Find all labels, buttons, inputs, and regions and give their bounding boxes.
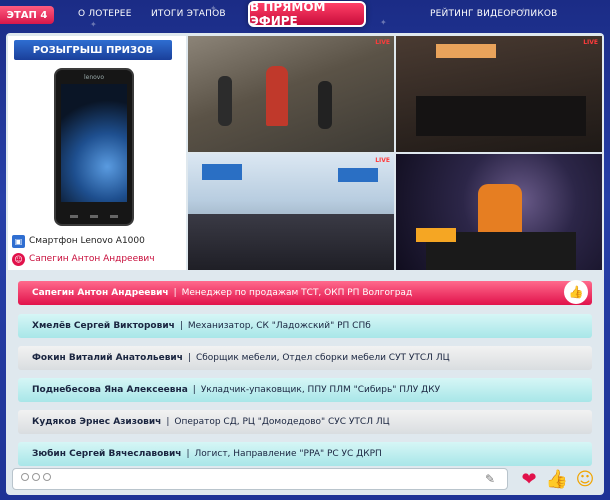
entry-name: Хмелёв Сергей Викторович [32,321,175,331]
crowd-shape [416,96,586,136]
entry-detail: Менеджер по продажам ТСТ, ОКП РП Волгогр… [181,288,413,298]
prize-item-row: ▣ Смартфон Lenovo A1000 [12,232,145,250]
entry-name: Поднебесова Яна Алексеевна [32,385,188,395]
separator: | [192,385,196,395]
thumbs-up-icon[interactable]: 👍 [564,280,588,304]
separator: | [173,288,177,298]
deck-logo [416,228,456,242]
person-figure [218,76,232,126]
entry-name: Фокин Виталий Анатольевич [32,353,183,363]
banner-shape [202,164,242,180]
nav-about[interactable]: О ЛОТЕРЕЕ [78,9,132,19]
top-navigation: ЭТАП 4 О ЛОТЕРЕЕ ИТОГИ ЭТАПОВ В ПРЯМОМ Э… [0,0,610,30]
live-indicator: LIVE [583,39,598,46]
video-feed-3[interactable]: LIVE [188,154,394,270]
separator: | [179,321,183,331]
smile-icon[interactable]: ☺ [573,467,597,491]
prize-item: Смартфон Lenovo A1000 [29,236,145,246]
person-figure [318,81,332,129]
banner-shape [436,44,496,58]
video-feed-1[interactable]: LIVE [188,36,394,152]
prize-panel: РОЗЫГРЫШ ПРИЗОВ lenovo ▣ Смартфон Lenovo… [8,36,186,270]
prize-winner-row: ☺ Сапегин Антон Андреевич [12,250,155,268]
heart-icon[interactable]: ❤ [517,467,541,491]
phone-button [90,215,98,218]
separator: | [187,353,191,363]
stage-tab[interactable]: ЭТАП 4 [0,6,54,24]
live-tab[interactable]: В ПРЯМОМ ЭФИРЕ [248,0,366,28]
smile-icon: ☺ [12,252,25,266]
phone-button [70,215,78,218]
phone-screen [61,84,127,202]
prize-winner: Сапегин Антон Андреевич [29,254,155,264]
crowd-shape [188,214,394,270]
phone-button [110,215,118,218]
entry-detail: Логист, Направление "PPA" РС УС ДКРП [194,449,382,459]
comment-input[interactable]: ✎ [12,468,508,490]
separator: | [186,449,190,459]
separator: | [166,417,170,427]
entry-detail: Укладчик-упаковщик, ППУ ПЛМ "Сибирь" ПЛУ… [200,385,441,395]
table-row[interactable]: Хмелёв Сергей Викторович | Механизатор, СК… [18,314,592,338]
video-feed-4[interactable] [396,154,602,270]
table-row[interactable]: Поднебесова Яна Алексеевна | Укладчик-упак… [18,378,592,402]
table-row[interactable]: Фокин Виталий Анатольевич | Сборщик мебели… [18,346,592,370]
table-row[interactable]: Кудяков Эрнес Азизович | Оператор СД, РЦ "… [18,410,592,434]
entry-detail: Сборщик мебели, Отдел сборки мебели СУТ … [195,353,450,363]
phone-brand: lenovo [83,74,105,81]
entry-name: Зюбин Сергей Вячеславович [32,449,182,459]
table-row[interactable]: Зюбин Сергей Вячеславович | Логист, Направ… [18,442,592,466]
phone-image: lenovo [54,68,134,226]
pencil-icon[interactable]: ✎ [485,472,499,486]
gift-icon: ▣ [12,234,25,248]
live-indicator: LIVE [375,157,390,164]
entry-name: Сапегин Антон Андреевич [32,288,169,298]
nav-rating[interactable]: РЕЙТИНГ ВИДЕОРОЛИКОВ [430,9,558,19]
thumbs-up-icon[interactable]: 👍 [545,467,569,491]
nav-results[interactable]: ИТОГИ ЭТАПОВ [151,9,226,19]
live-indicator: LIVE [375,39,390,46]
banner-shape [338,168,378,182]
entry-detail: Оператор СД, РЦ "Домодедово" СУС УТСЛ ЛЦ [174,417,390,427]
prize-header: РОЗЫГРЫШ ПРИЗОВ [14,40,172,60]
entry-name: Кудяков Эрнес Азизович [32,417,162,427]
typing-dots [21,473,51,481]
entry-detail: Механизатор, СК "Ладожский" РП СПб [187,321,371,331]
santa-figure [266,66,288,126]
table-row[interactable]: Сапегин Антон Андреевич | Менеджер по прод… [18,280,592,305]
video-feed-2[interactable]: LIVE [396,36,602,152]
